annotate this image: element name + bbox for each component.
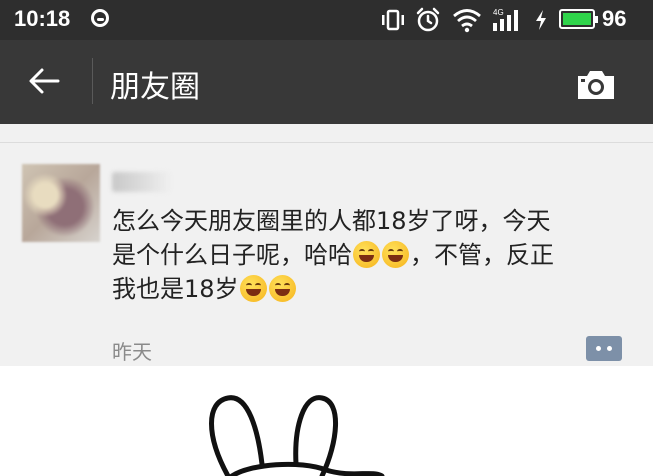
nav-bar: 朋友圈	[0, 40, 653, 124]
charging-icon	[536, 10, 546, 30]
bunny-cartoon-illustration	[209, 395, 385, 476]
camera-icon[interactable]	[575, 68, 617, 102]
status-time: 10:18	[14, 6, 71, 31]
comment-icon[interactable]	[586, 336, 622, 361]
grin-emoji-icon	[353, 241, 380, 268]
battery-icon	[559, 9, 598, 29]
vibrate-icon	[382, 9, 404, 31]
moments-feed: 怎么今天朋友圈里的人都18岁了呀，今天 是个什么日子呢，哈哈 ，不管，反正 我也是…	[0, 124, 653, 366]
battery-level: 96	[602, 6, 627, 31]
signal-4g-icon: 4G	[493, 8, 518, 31]
post-text-segment: 我也是18岁	[112, 275, 239, 303]
post-text-line: 是个什么日子呢，哈哈 ，不管，反正	[112, 238, 632, 272]
post-text: 怎么今天朋友圈里的人都18岁了呀，今天 是个什么日子呢，哈哈 ，不管，反正 我也是…	[112, 204, 632, 306]
nav-divider	[92, 58, 93, 104]
grin-emoji-icon	[382, 241, 409, 268]
divider	[0, 142, 653, 143]
post-text-line: 我也是18岁	[112, 272, 632, 306]
post-text-segment: 是个什么日子呢，哈哈	[112, 241, 352, 269]
smirk-emoji-icon	[239, 275, 267, 302]
smirk-emoji-icon	[268, 275, 296, 302]
back-arrow-icon[interactable]	[28, 67, 60, 95]
username-blurred[interactable]	[112, 172, 172, 192]
post-timestamp: 昨天	[112, 340, 152, 364]
svg-text:4G: 4G	[493, 8, 504, 17]
post-text-line: 怎么今天朋友圈里的人都18岁了呀，今天	[112, 207, 551, 235]
status-bar: 10:18 4G 96	[0, 0, 653, 40]
alarm-icon	[416, 7, 440, 32]
wifi-icon	[453, 9, 481, 33]
avatar[interactable]	[22, 164, 100, 242]
page-title: 朋友圈	[110, 70, 200, 105]
post-text-segment: ，不管，反正	[410, 241, 554, 269]
sync-icon	[91, 9, 109, 27]
